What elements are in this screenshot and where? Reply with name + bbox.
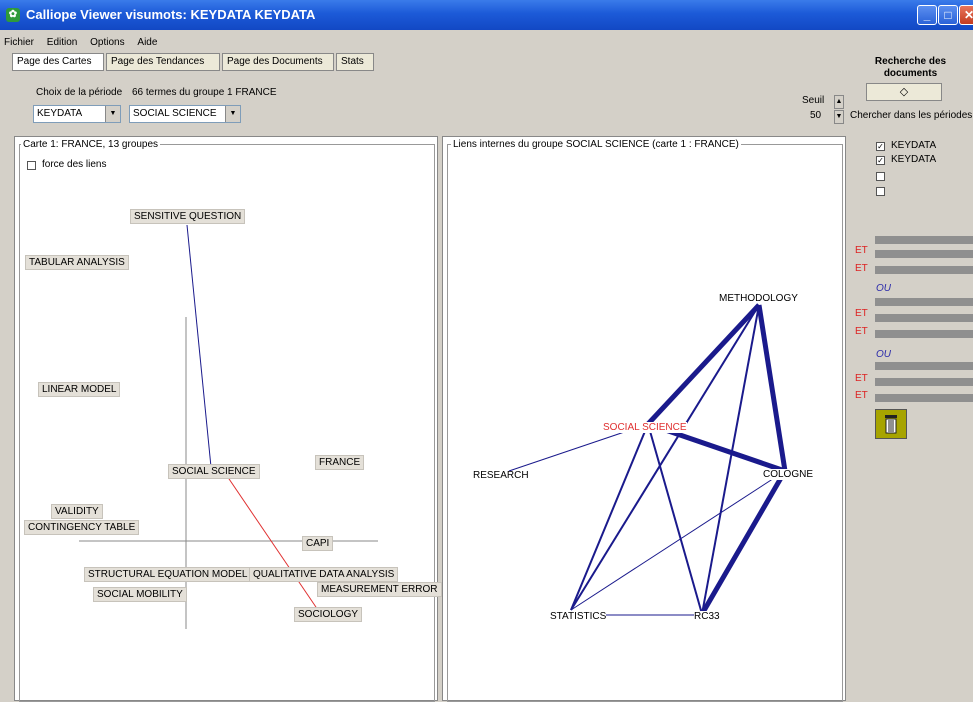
menu-options[interactable]: Options — [90, 37, 124, 48]
node-qualitative-data-analysis[interactable]: QUALITATIVE DATA ANALYSIS — [249, 567, 399, 582]
menu-bar: Fichier Edition Options Aide — [0, 37, 163, 51]
node-france[interactable]: FRANCE — [315, 455, 365, 470]
et-label: ET — [855, 245, 868, 256]
menu-fichier[interactable]: Fichier — [4, 37, 34, 48]
minimize-button[interactable]: _ — [917, 5, 937, 25]
gnode-statistics[interactable]: STATISTICS — [550, 611, 607, 622]
period-checkbox-2[interactable]: ✓ — [876, 156, 885, 165]
menu-aide[interactable]: Aide — [137, 37, 157, 48]
et-label: ET — [855, 326, 868, 337]
seuil-down-button[interactable]: ▼ — [834, 110, 844, 124]
ou-label: OU — [876, 349, 891, 360]
trash-icon — [885, 415, 897, 434]
node-social-mobility[interactable]: SOCIAL MOBILITY — [93, 587, 187, 602]
et-label: ET — [855, 308, 868, 319]
node-social-science[interactable]: SOCIAL SCIENCE — [168, 464, 260, 479]
eraser-button[interactable]: ◇ — [866, 83, 942, 101]
title-bar: ✿ Calliope Viewer visumots: KEYDATA KEYD… — [0, 0, 973, 30]
menu-edition[interactable]: Edition — [47, 37, 78, 48]
seuil-value: 50 — [810, 110, 822, 121]
gnode-research[interactable]: RESEARCH — [473, 470, 529, 481]
close-button[interactable]: ✕ — [959, 5, 973, 25]
maximize-button[interactable]: □ — [938, 5, 958, 25]
search-field-7[interactable] — [875, 362, 973, 370]
tab-stats[interactable]: Stats — [336, 53, 374, 71]
terms-label: 66 termes du groupe 1 FRANCE — [132, 87, 277, 98]
node-linear-model[interactable]: LINEAR MODEL — [38, 382, 121, 397]
window-title: Calliope Viewer visumots: KEYDATA KEYDAT… — [26, 7, 316, 22]
group-select-value: SOCIAL SCIENCE — [133, 108, 217, 119]
gnode-methodology[interactable]: METHODOLOGY — [719, 293, 798, 304]
search-field-2[interactable] — [875, 250, 973, 258]
search-in-label: Chercher dans les périodes — [850, 110, 973, 121]
period-select[interactable]: KEYDATA ▼ — [33, 105, 121, 123]
search-field-5[interactable] — [875, 314, 973, 322]
search-field-8[interactable] — [875, 378, 973, 386]
et-label: ET — [855, 373, 868, 384]
period-checkbox-3[interactable] — [876, 172, 885, 181]
map-legend: Carte 1: FRANCE, 13 groupes — [21, 139, 161, 150]
et-label: ET — [855, 390, 868, 401]
node-sociology[interactable]: SOCIOLOGY — [294, 607, 363, 622]
search-title: Recherche des documents — [874, 56, 947, 79]
seuil-label: Seuil — [802, 95, 825, 106]
map-panel: Carte 1: FRANCE, 13 groupes force des li… — [14, 136, 442, 702]
chevron-down-icon: ▼ — [225, 106, 240, 122]
search-field-4[interactable] — [875, 298, 973, 306]
period-checkbox-2-label: KEYDATA — [891, 154, 937, 165]
period-label: Choix de la période — [36, 87, 123, 98]
map-fieldset — [19, 144, 435, 702]
tab-page-des-documents[interactable]: Page des Documents — [222, 53, 334, 71]
gnode-cologne[interactable]: COLOGNE — [763, 469, 814, 480]
gnode-social-science[interactable]: SOCIAL SCIENCE — [603, 422, 687, 433]
period-checkbox-4[interactable] — [876, 187, 885, 196]
force-des-liens-label: force des liens — [42, 159, 107, 170]
eraser-icon: ◇ — [899, 86, 909, 98]
seuil-up-button[interactable]: ▲ — [834, 95, 844, 109]
node-validity[interactable]: VALIDITY — [51, 504, 103, 519]
period-select-value: KEYDATA — [37, 108, 83, 119]
period-checkbox-1[interactable]: ✓ — [876, 142, 885, 151]
group-links-panel: Liens internes du groupe SOCIAL SCIENCE … — [442, 136, 846, 702]
node-capi[interactable]: CAPI — [302, 536, 334, 551]
ou-label: OU — [876, 283, 891, 294]
chevron-down-icon: ▼ — [105, 106, 120, 122]
period-checkbox-1-label: KEYDATA — [891, 140, 937, 151]
search-field-1[interactable] — [875, 236, 973, 244]
trash-button[interactable] — [875, 409, 907, 439]
app-icon: ✿ — [6, 8, 20, 22]
search-field-6[interactable] — [875, 330, 973, 338]
node-contingency-table[interactable]: CONTINGENCY TABLE — [24, 520, 140, 535]
node-measurement-error[interactable]: MEASUREMENT ERROR — [317, 582, 442, 597]
node-tabular-analysis[interactable]: TABULAR ANALYSIS — [25, 255, 129, 270]
force-des-liens-checkbox[interactable] — [27, 161, 36, 170]
tab-page-des-cartes[interactable]: Page des Cartes — [12, 53, 104, 71]
gnode-rc33[interactable]: RC33 — [694, 611, 720, 622]
search-field-9[interactable] — [875, 394, 973, 402]
group-select[interactable]: SOCIAL SCIENCE ▼ — [129, 105, 241, 123]
tab-page-des-tendances[interactable]: Page des Tendances — [106, 53, 220, 71]
et-label: ET — [855, 263, 868, 274]
search-field-3[interactable] — [875, 266, 973, 274]
group-legend: Liens internes du groupe SOCIAL SCIENCE … — [451, 139, 741, 150]
node-structural-equation-model[interactable]: STRUCTURAL EQUATION MODEL — [84, 567, 252, 582]
node-sensitive-question[interactable]: SENSITIVE QUESTION — [130, 209, 246, 224]
